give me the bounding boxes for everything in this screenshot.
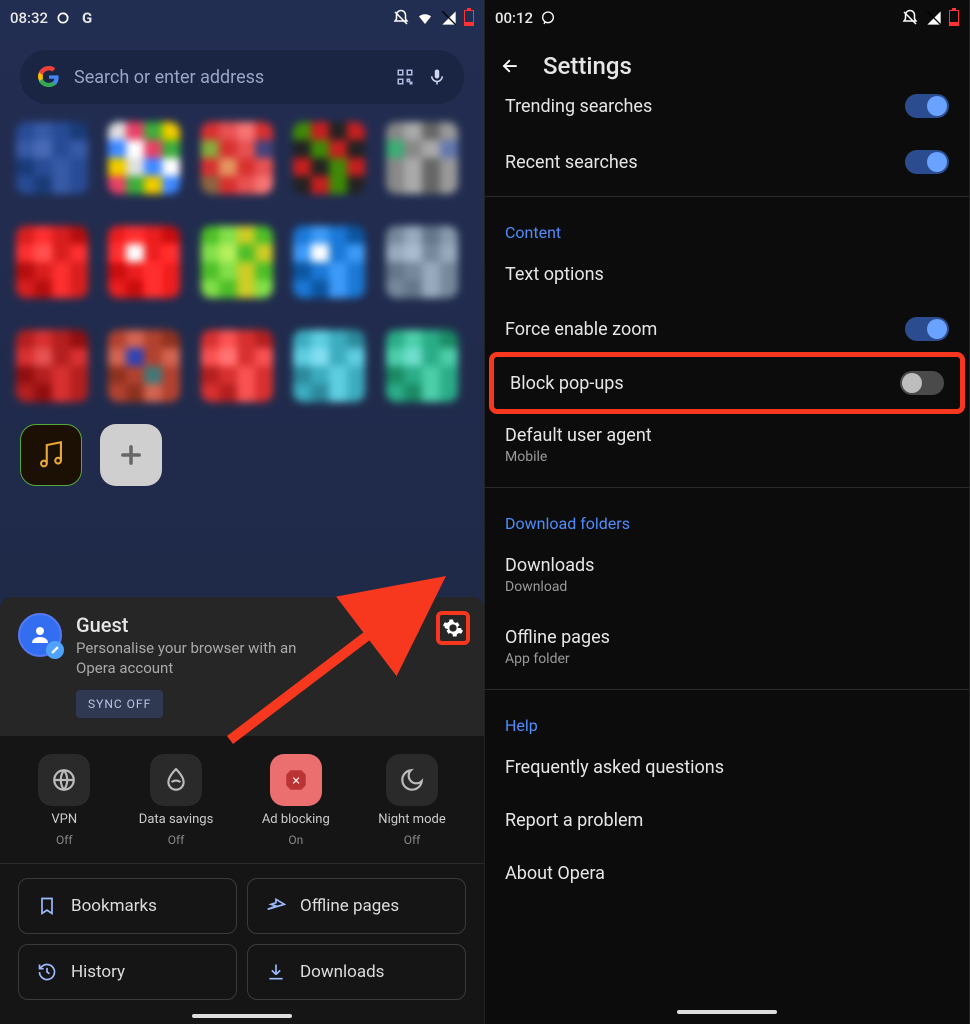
back-arrow-icon[interactable]: [501, 57, 519, 75]
avatar[interactable]: [18, 613, 62, 657]
row-faq[interactable]: Frequently asked questions: [485, 741, 969, 794]
phone-left-opera-home: 08:32 G Search or enter address: [0, 0, 485, 1024]
account-subtitle: Personalise your browser with an Opera a…: [76, 639, 336, 678]
speed-dial-tile[interactable]: [386, 122, 468, 208]
row-force-zoom[interactable]: Force enable zoom: [485, 301, 969, 357]
row-default-user-agent[interactable]: Default user agent Mobile: [485, 409, 969, 481]
account-panel: Guest Personalise your browser with an O…: [0, 597, 484, 736]
dnd-icon: [901, 9, 919, 27]
qr-scan-icon[interactable]: [396, 68, 414, 86]
speed-dial-tile[interactable]: [108, 122, 190, 208]
toggle-trending[interactable]: [905, 94, 949, 118]
search-placeholder: Search or enter address: [74, 67, 382, 88]
search-bar[interactable]: Search or enter address: [20, 50, 464, 104]
bookmarks-button[interactable]: Bookmarks: [18, 878, 237, 934]
speed-dial-tile[interactable]: [108, 330, 190, 416]
row-block-popups[interactable]: Block pop-ups: [489, 352, 965, 414]
drawer-button-grid: Bookmarks Offline pages History Download…: [0, 870, 484, 1004]
settings-header: Settings: [485, 36, 969, 90]
status-bar: 00:12: [485, 0, 969, 36]
row-recent-searches[interactable]: Recent searches: [485, 134, 969, 190]
speed-dial-grid: [0, 110, 484, 416]
speed-dial-tile[interactable]: [201, 122, 283, 208]
quick-vpn[interactable]: VPN Off: [38, 754, 90, 847]
power-button[interactable]: [392, 611, 426, 645]
dnd-icon: [392, 9, 410, 27]
toggle-force-zoom[interactable]: [905, 317, 949, 341]
nav-handle: [677, 1010, 777, 1014]
speed-dial-tile[interactable]: [201, 226, 283, 312]
status-bar: 08:32 G: [0, 0, 484, 36]
quick-ad-blocking[interactable]: ✕ Ad blocking On: [262, 754, 330, 847]
svg-text:✕: ✕: [291, 774, 300, 787]
speed-dial-tile[interactable]: [108, 226, 190, 312]
battery-low-icon: [464, 10, 474, 26]
speed-dial-tile[interactable]: [16, 226, 98, 312]
quick-night-mode[interactable]: Night mode Off: [378, 754, 445, 847]
phone-right-settings: 00:12 Settings Trending searches Recent …: [485, 0, 970, 1024]
speed-dial-bottom-row: [0, 416, 484, 496]
google-icon: G: [78, 9, 96, 27]
history-button[interactable]: History: [18, 944, 237, 1000]
speed-dial-tile[interactable]: [386, 330, 468, 416]
whatsapp-icon: [539, 9, 557, 27]
toggle-recent[interactable]: [905, 150, 949, 174]
section-download-folders: Download folders: [485, 494, 969, 539]
row-report-problem[interactable]: Report a problem: [485, 794, 969, 847]
signal-off-icon: [440, 9, 458, 27]
row-trending-searches[interactable]: Trending searches: [485, 90, 969, 134]
settings-gear-button[interactable]: [436, 611, 470, 645]
offline-pages-button[interactable]: Offline pages: [247, 878, 466, 934]
google-logo-icon: [38, 66, 60, 88]
bottom-drawer: Guest Personalise your browser with an O…: [0, 597, 484, 1024]
quick-data-savings[interactable]: Data savings Off: [139, 754, 213, 847]
speed-dial-tile[interactable]: [293, 226, 375, 312]
row-downloads-folder[interactable]: Downloads Download: [485, 539, 969, 611]
section-help: Help: [485, 696, 969, 741]
sync-off-button[interactable]: SYNC OFF: [76, 690, 163, 718]
section-content: Content: [485, 203, 969, 248]
row-text-options[interactable]: Text options: [485, 248, 969, 301]
row-about-opera[interactable]: About Opera: [485, 847, 969, 900]
nav-handle: [192, 1014, 292, 1018]
firefox-icon: [54, 9, 72, 27]
music-tile[interactable]: [20, 424, 82, 486]
speed-dial-tile[interactable]: [201, 330, 283, 416]
battery-low-icon: [949, 10, 959, 26]
clock: 00:12: [495, 9, 533, 27]
speed-dial-tile[interactable]: [16, 330, 98, 416]
speed-dial-tile[interactable]: [16, 122, 98, 208]
signal-off-icon: [925, 9, 943, 27]
quick-actions-row: VPN Off Data savings Off ✕ Ad blocking O…: [0, 736, 484, 857]
speed-dial-tile[interactable]: [293, 122, 375, 208]
add-speed-dial-button[interactable]: [100, 424, 162, 486]
wifi-icon: [416, 9, 434, 27]
clock: 08:32: [10, 9, 48, 27]
toggle-block-popups[interactable]: [900, 371, 944, 395]
speed-dial-tile[interactable]: [293, 330, 375, 416]
row-offline-pages-folder[interactable]: Offline pages App folder: [485, 611, 969, 683]
downloads-button[interactable]: Downloads: [247, 944, 466, 1000]
page-title: Settings: [543, 52, 632, 80]
edit-avatar-icon[interactable]: [46, 641, 64, 659]
mic-icon[interactable]: [428, 68, 446, 86]
speed-dial-tile[interactable]: [386, 226, 468, 312]
